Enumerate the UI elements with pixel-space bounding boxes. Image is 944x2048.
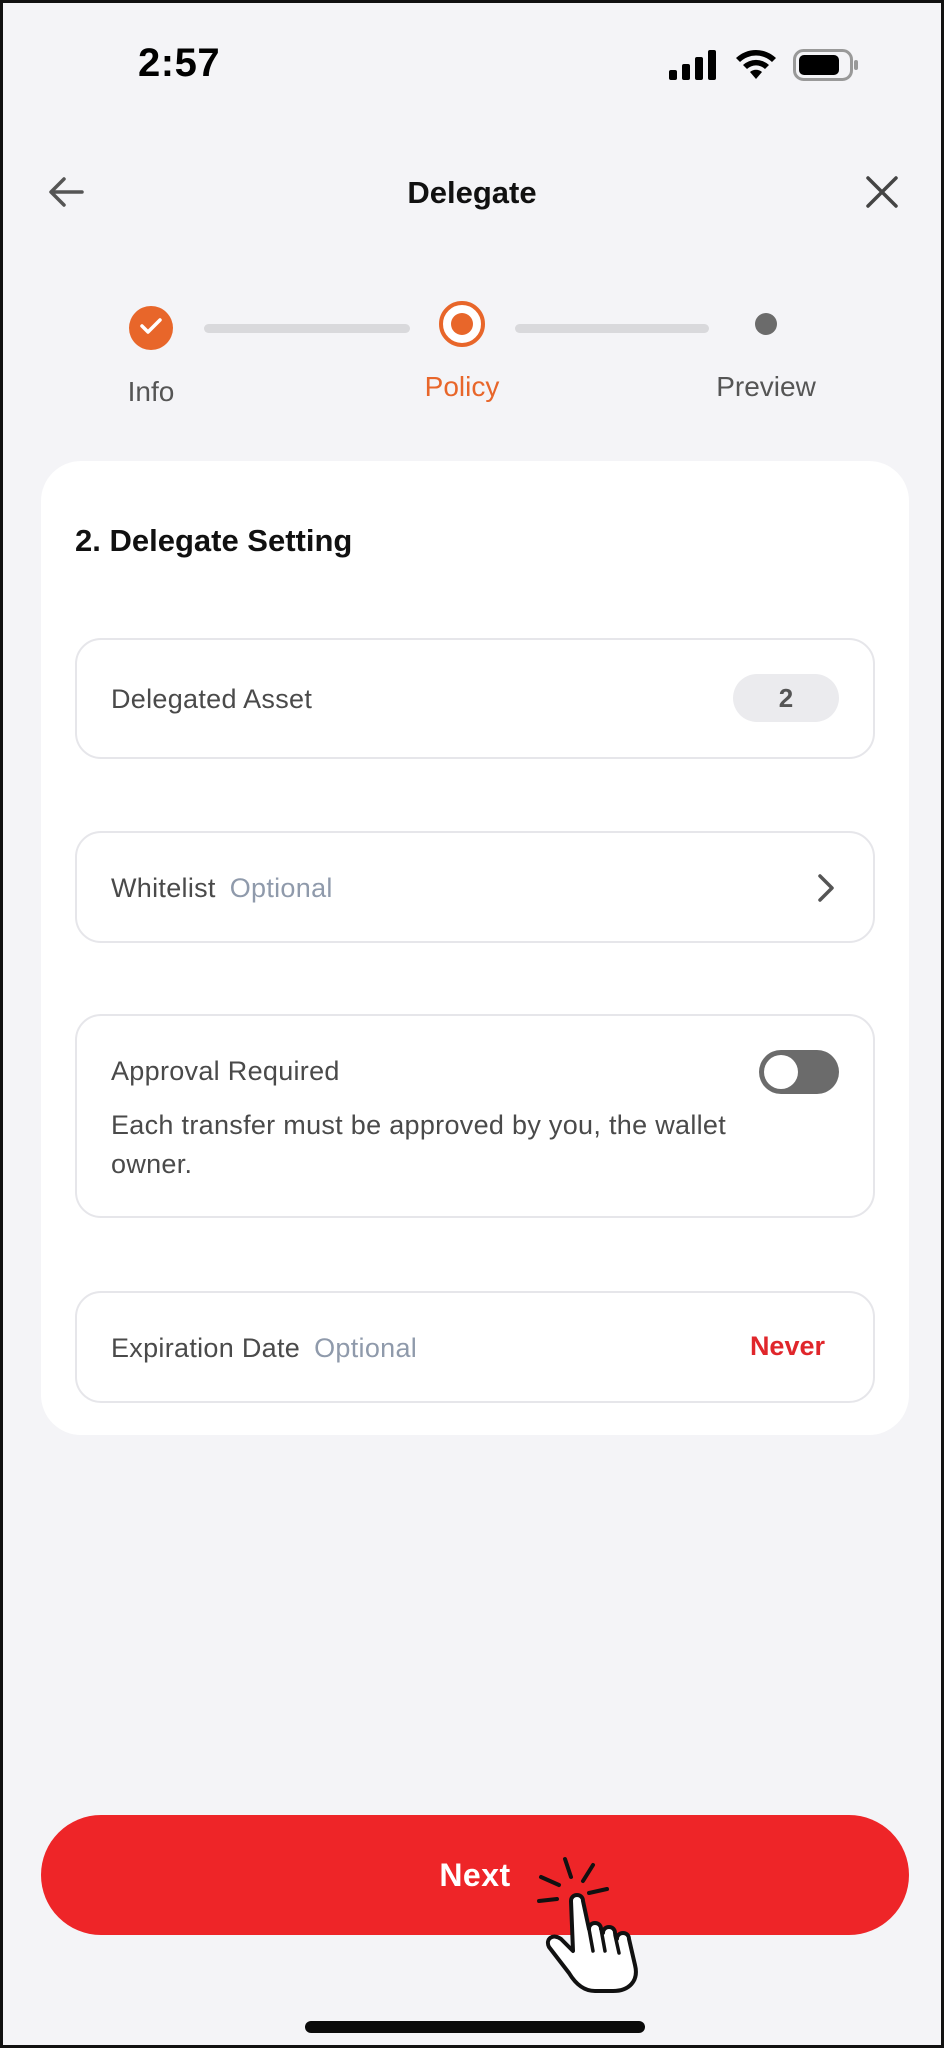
- expiration-optional-tag: Optional: [314, 1333, 418, 1363]
- close-button[interactable]: [855, 167, 909, 221]
- expiration-date-label: Expiration Date: [111, 1333, 301, 1363]
- section-title: 2. Delegate Setting: [75, 523, 353, 558]
- cellular-signal-icon: [669, 50, 719, 85]
- toggle-knob: [764, 1055, 798, 1089]
- delegated-asset-count-badge: 2: [733, 674, 839, 722]
- whitelist-label: Whitelist: [111, 873, 216, 903]
- next-button[interactable]: Next: [41, 1815, 909, 1935]
- close-icon: [865, 175, 899, 214]
- wifi-icon: [735, 49, 777, 86]
- expiration-date-row[interactable]: Expiration Date Optional Never: [75, 1291, 875, 1403]
- step-label-info: Info: [127, 376, 175, 407]
- expiration-label-group: Expiration Date Optional: [111, 1333, 417, 1364]
- battery-icon: [793, 49, 859, 86]
- approval-required-toggle[interactable]: [759, 1050, 839, 1094]
- delegated-asset-label: Delegated Asset: [111, 684, 313, 714]
- whitelist-label-group: Whitelist Optional: [111, 873, 333, 904]
- expiration-value: Never: [749, 1331, 825, 1361]
- page-title: Delegate: [407, 175, 537, 210]
- whitelist-optional-tag: Optional: [229, 873, 333, 903]
- chevron-right-icon: [817, 873, 835, 908]
- status-icons: [669, 49, 859, 86]
- delegate-setting-card: 2. Delegate Setting Delegated Asset 2 Wh…: [41, 461, 909, 1435]
- hand-pointer-icon: [535, 1855, 655, 2000]
- step-connector-1: [204, 324, 410, 333]
- check-icon: [140, 317, 162, 340]
- approval-required-description: Each transfer must be approved by you, t…: [111, 1110, 727, 1179]
- approval-required-row: Approval Required Each transfer must be …: [75, 1014, 875, 1218]
- approval-required-label: Approval Required: [111, 1056, 340, 1086]
- phone-screen: 2:57 Delegate Info Policy Preview 2. Del…: [0, 0, 944, 2048]
- step-label-preview: Preview: [716, 371, 816, 402]
- step-label-policy: Policy: [424, 371, 500, 402]
- delegated-asset-row[interactable]: Delegated Asset 2: [75, 638, 875, 759]
- step-connector-2: [515, 324, 709, 333]
- step-policy-active: [439, 301, 485, 347]
- status-time: 2:57: [138, 41, 221, 85]
- step-preview-pending: [755, 313, 777, 335]
- whitelist-row[interactable]: Whitelist Optional: [75, 831, 875, 943]
- step-info-completed: [129, 306, 173, 350]
- home-indicator: [305, 2021, 645, 2033]
